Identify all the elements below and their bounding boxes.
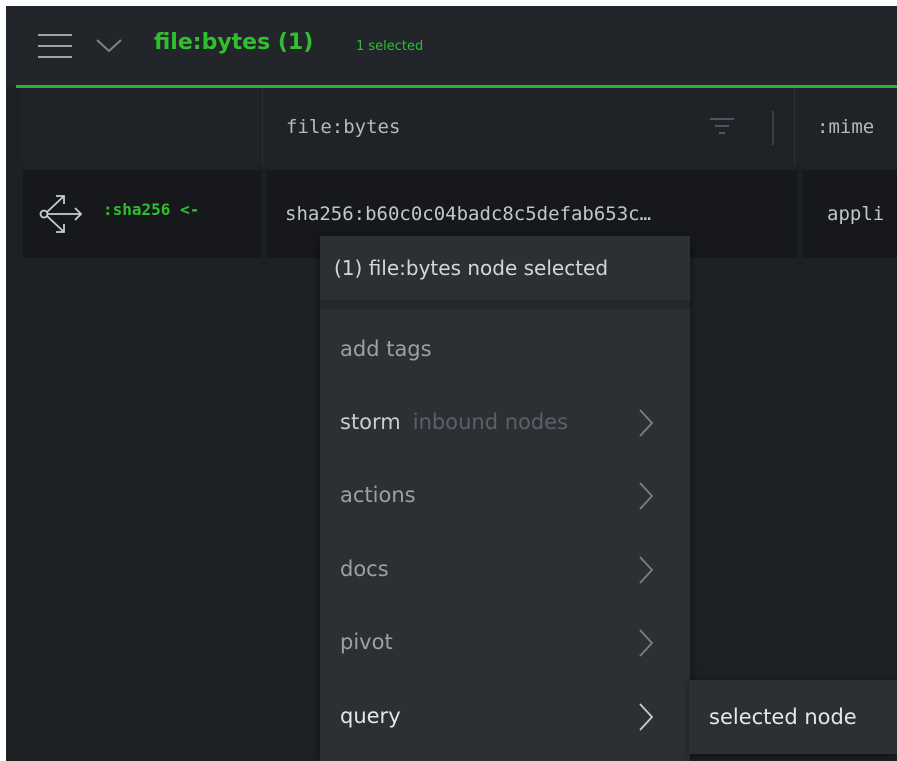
page-title: file:bytes (1)	[154, 30, 314, 55]
menu-item-pivot[interactable]: pivot	[320, 606, 690, 679]
selected-count: 1 selected	[356, 39, 424, 54]
menu-item-docs[interactable]: docs	[320, 533, 690, 606]
menu-item-hint: inbound nodes	[412, 410, 569, 434]
chevron-right-icon	[639, 703, 654, 731]
submenu-item-label: selected node	[709, 705, 857, 729]
menu-item-label: docs	[340, 557, 389, 581]
menu-item-storm[interactable]: storm inbound nodes	[320, 386, 690, 459]
menu-item-label: actions	[340, 483, 416, 507]
context-menu-header: (1) file:bytes node selected	[334, 256, 609, 280]
menu-item-label: query	[340, 704, 401, 728]
app-window: file:bytes (1) 1 selected file:bytes :mi…	[6, 6, 897, 761]
pivot-arrows-icon[interactable]	[39, 192, 85, 236]
chevron-right-icon	[639, 629, 654, 657]
menu-divider	[320, 300, 690, 309]
chevron-right-icon	[639, 482, 654, 510]
menu-item-label: pivot	[340, 630, 393, 654]
menu-item-add-tags[interactable]: add tags	[320, 313, 690, 386]
filter-icon[interactable]	[708, 116, 736, 136]
row-pivot-cell[interactable]: :sha256 <-	[23, 170, 262, 258]
column-header-label: file:bytes	[286, 116, 401, 138]
menu-icon[interactable]	[38, 34, 72, 58]
chevron-right-icon	[639, 409, 654, 437]
submenu-item-selected-node[interactable]: selected node	[689, 680, 897, 754]
header-bar: file:bytes (1) 1 selected	[6, 6, 897, 87]
chevron-right-icon	[639, 556, 654, 584]
column-header-mime[interactable]: :mime	[796, 88, 897, 166]
mime-cell[interactable]: appli	[802, 170, 897, 258]
menu-item-label: add tags	[340, 337, 432, 361]
context-menu: (1) file:bytes node selected add tags st…	[320, 236, 690, 761]
pivot-relation-label[interactable]: :sha256 <-	[103, 200, 199, 219]
column-header-actions	[20, 88, 263, 166]
chevron-down-icon[interactable]	[94, 36, 124, 56]
table-header: file:bytes :mime	[20, 88, 897, 166]
menu-item-label: storm	[340, 410, 401, 434]
column-header-file-bytes[interactable]: file:bytes	[263, 88, 795, 166]
menu-item-actions[interactable]: actions	[320, 459, 690, 532]
column-resize-handle[interactable]	[772, 111, 774, 145]
menu-item-query[interactable]: query	[320, 680, 690, 753]
